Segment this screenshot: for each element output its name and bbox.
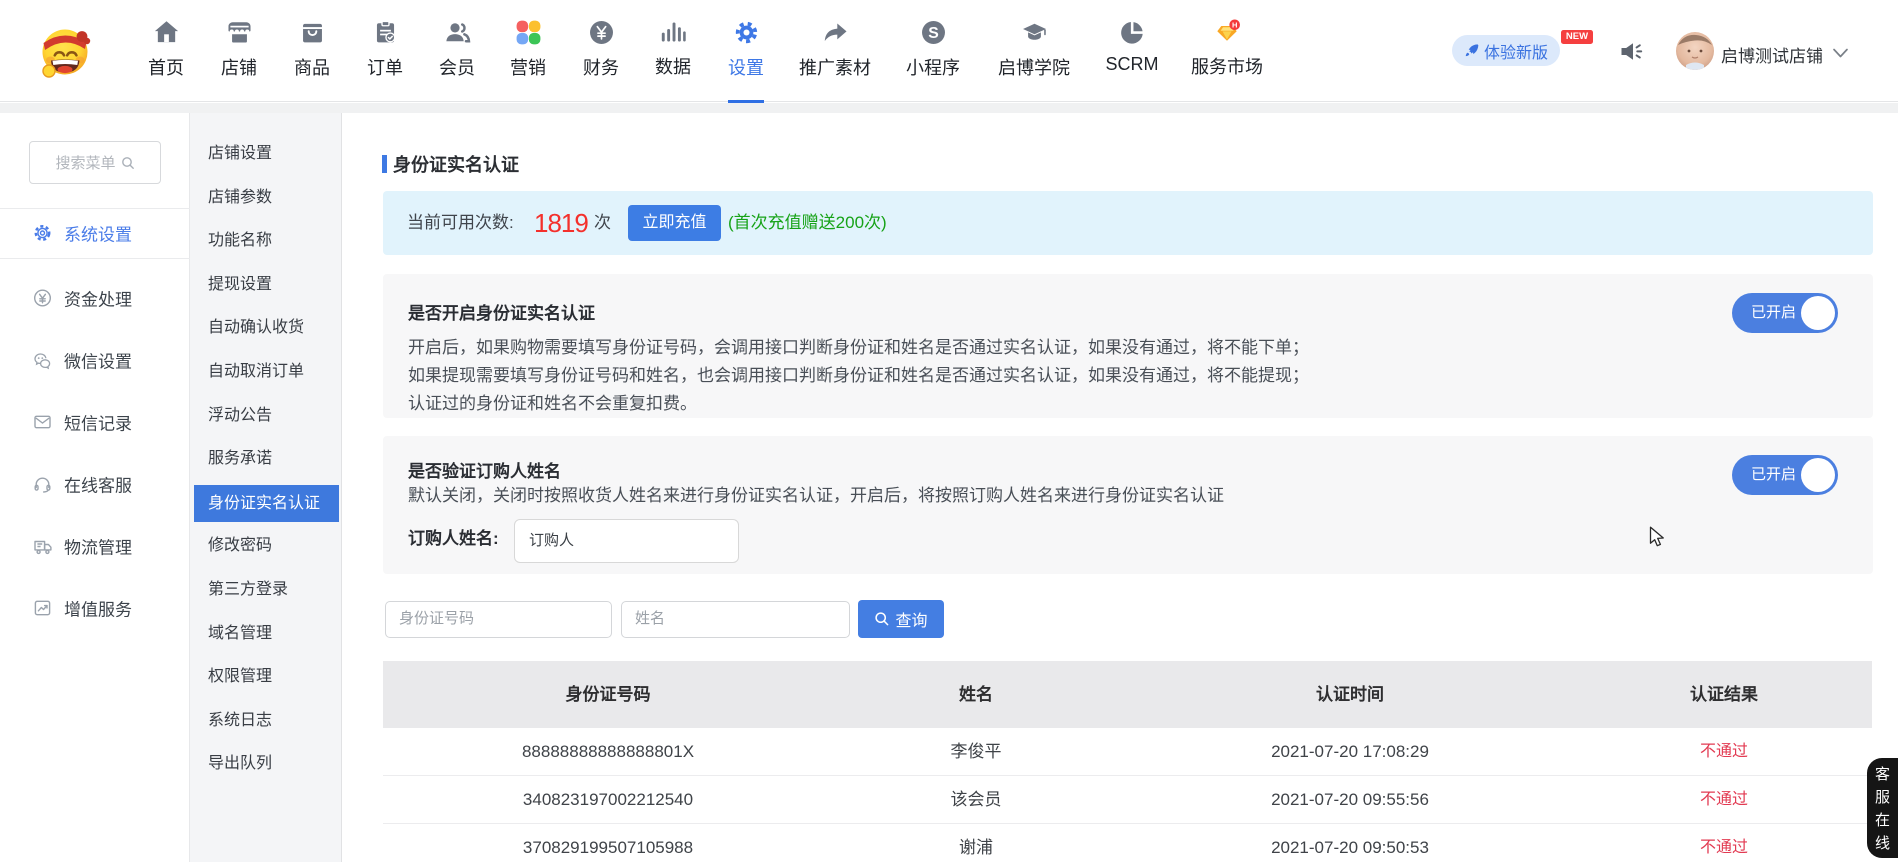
svg-text:S: S (928, 25, 939, 42)
svg-text:H: H (1232, 21, 1237, 30)
